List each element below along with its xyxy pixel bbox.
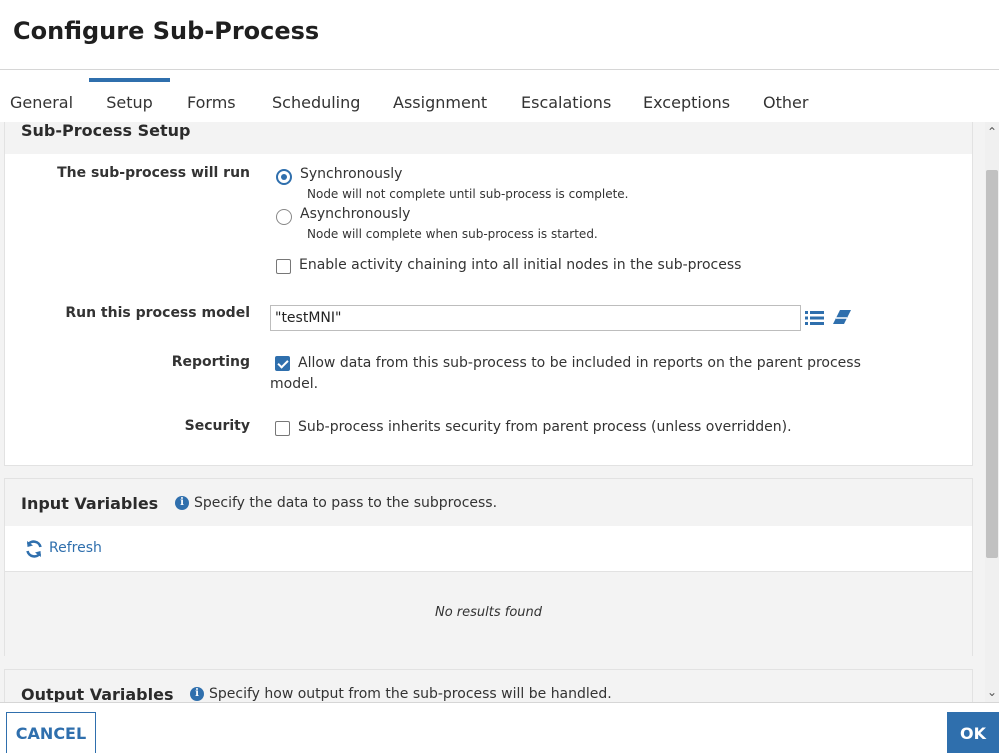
tab-scheduling[interactable]: Scheduling [272,78,360,122]
section-header: Input Variables i Specify the data to pa… [5,479,972,526]
security-checkbox[interactable] [275,421,290,436]
scroll-up-arrow-icon[interactable]: ⌃ [985,124,999,140]
reporting-label: Reporting [171,354,250,370]
refresh-icon [24,539,44,563]
activity-chaining-label[interactable]: Enable activity chaining into all initia… [299,257,741,273]
ok-button[interactable]: OK [947,712,999,753]
info-icon: i [190,687,204,701]
reporting-checkbox[interactable] [275,356,290,371]
section-header: Sub-Process Setup [5,122,972,154]
tab-other[interactable]: Other [763,78,808,122]
scrollbar-thumb[interactable] [986,170,998,558]
section-title: Output Variables [21,685,174,702]
info-icon: i [175,496,189,510]
asynchronously-label[interactable]: Asynchronously [300,206,410,222]
scroll-down-arrow-icon[interactable]: ⌄ [985,684,999,700]
synchronously-help: Node will not complete until sub-process… [307,187,629,201]
process-model-input[interactable]: "testMNI" [270,305,801,331]
section-header: Output Variables i Specify how output fr… [5,670,972,702]
synchronously-radio[interactable] [276,169,292,185]
tab-escalations[interactable]: Escalations [521,78,611,122]
security-text[interactable]: Sub-process inherits security from paren… [298,419,792,435]
sub-process-setup-section: Sub-Process Setup The sub-process will r… [4,122,973,466]
input-variables-section: Input Variables i Specify the data to pa… [4,478,973,657]
tab-exceptions[interactable]: Exceptions [643,78,730,122]
security-label: Security [184,418,250,434]
refresh-label: Refresh [49,540,102,556]
dialog-title: Configure Sub-Process [13,17,320,45]
dialog-content: Sub-Process Setup The sub-process will r… [0,122,985,702]
cancel-button[interactable]: CANCEL [6,712,96,753]
output-variables-info: Specify how output from the sub-process … [209,686,612,702]
tab-setup[interactable]: Setup [89,78,170,122]
reporting-text[interactable]: Allow data from this sub-process to be i… [298,355,861,371]
tab-forms[interactable]: Forms [187,78,236,122]
vertical-scrollbar[interactable]: ⌃ ⌄ [985,122,999,702]
reporting-text-continued: model. [270,376,319,392]
asynchronously-radio[interactable] [276,209,292,225]
synchronously-label[interactable]: Synchronously [300,166,402,182]
run-mode-label: The sub-process will run [57,165,250,181]
list-icon[interactable] [804,308,826,328]
section-title: Sub-Process Setup [21,122,191,140]
process-model-label: Run this process model [65,305,250,321]
asynchronously-help: Node will complete when sub-process is s… [307,227,598,241]
tab-bar: General Setup Forms Scheduling Assignmen… [0,70,999,122]
dialog-header: Configure Sub-Process [0,0,999,70]
section-title: Input Variables [21,494,159,513]
tab-general[interactable]: General [10,78,73,122]
input-variables-info: Specify the data to pass to the subproce… [194,495,498,511]
eraser-icon[interactable] [831,308,853,328]
output-variables-section: Output Variables i Specify how output fr… [4,669,973,702]
no-results-text: No results found [434,605,543,620]
dialog-footer: CANCEL OK [0,702,999,753]
results-area: No results found [5,571,972,657]
activity-chaining-checkbox[interactable] [276,259,291,274]
tab-assignment[interactable]: Assignment [393,78,487,122]
